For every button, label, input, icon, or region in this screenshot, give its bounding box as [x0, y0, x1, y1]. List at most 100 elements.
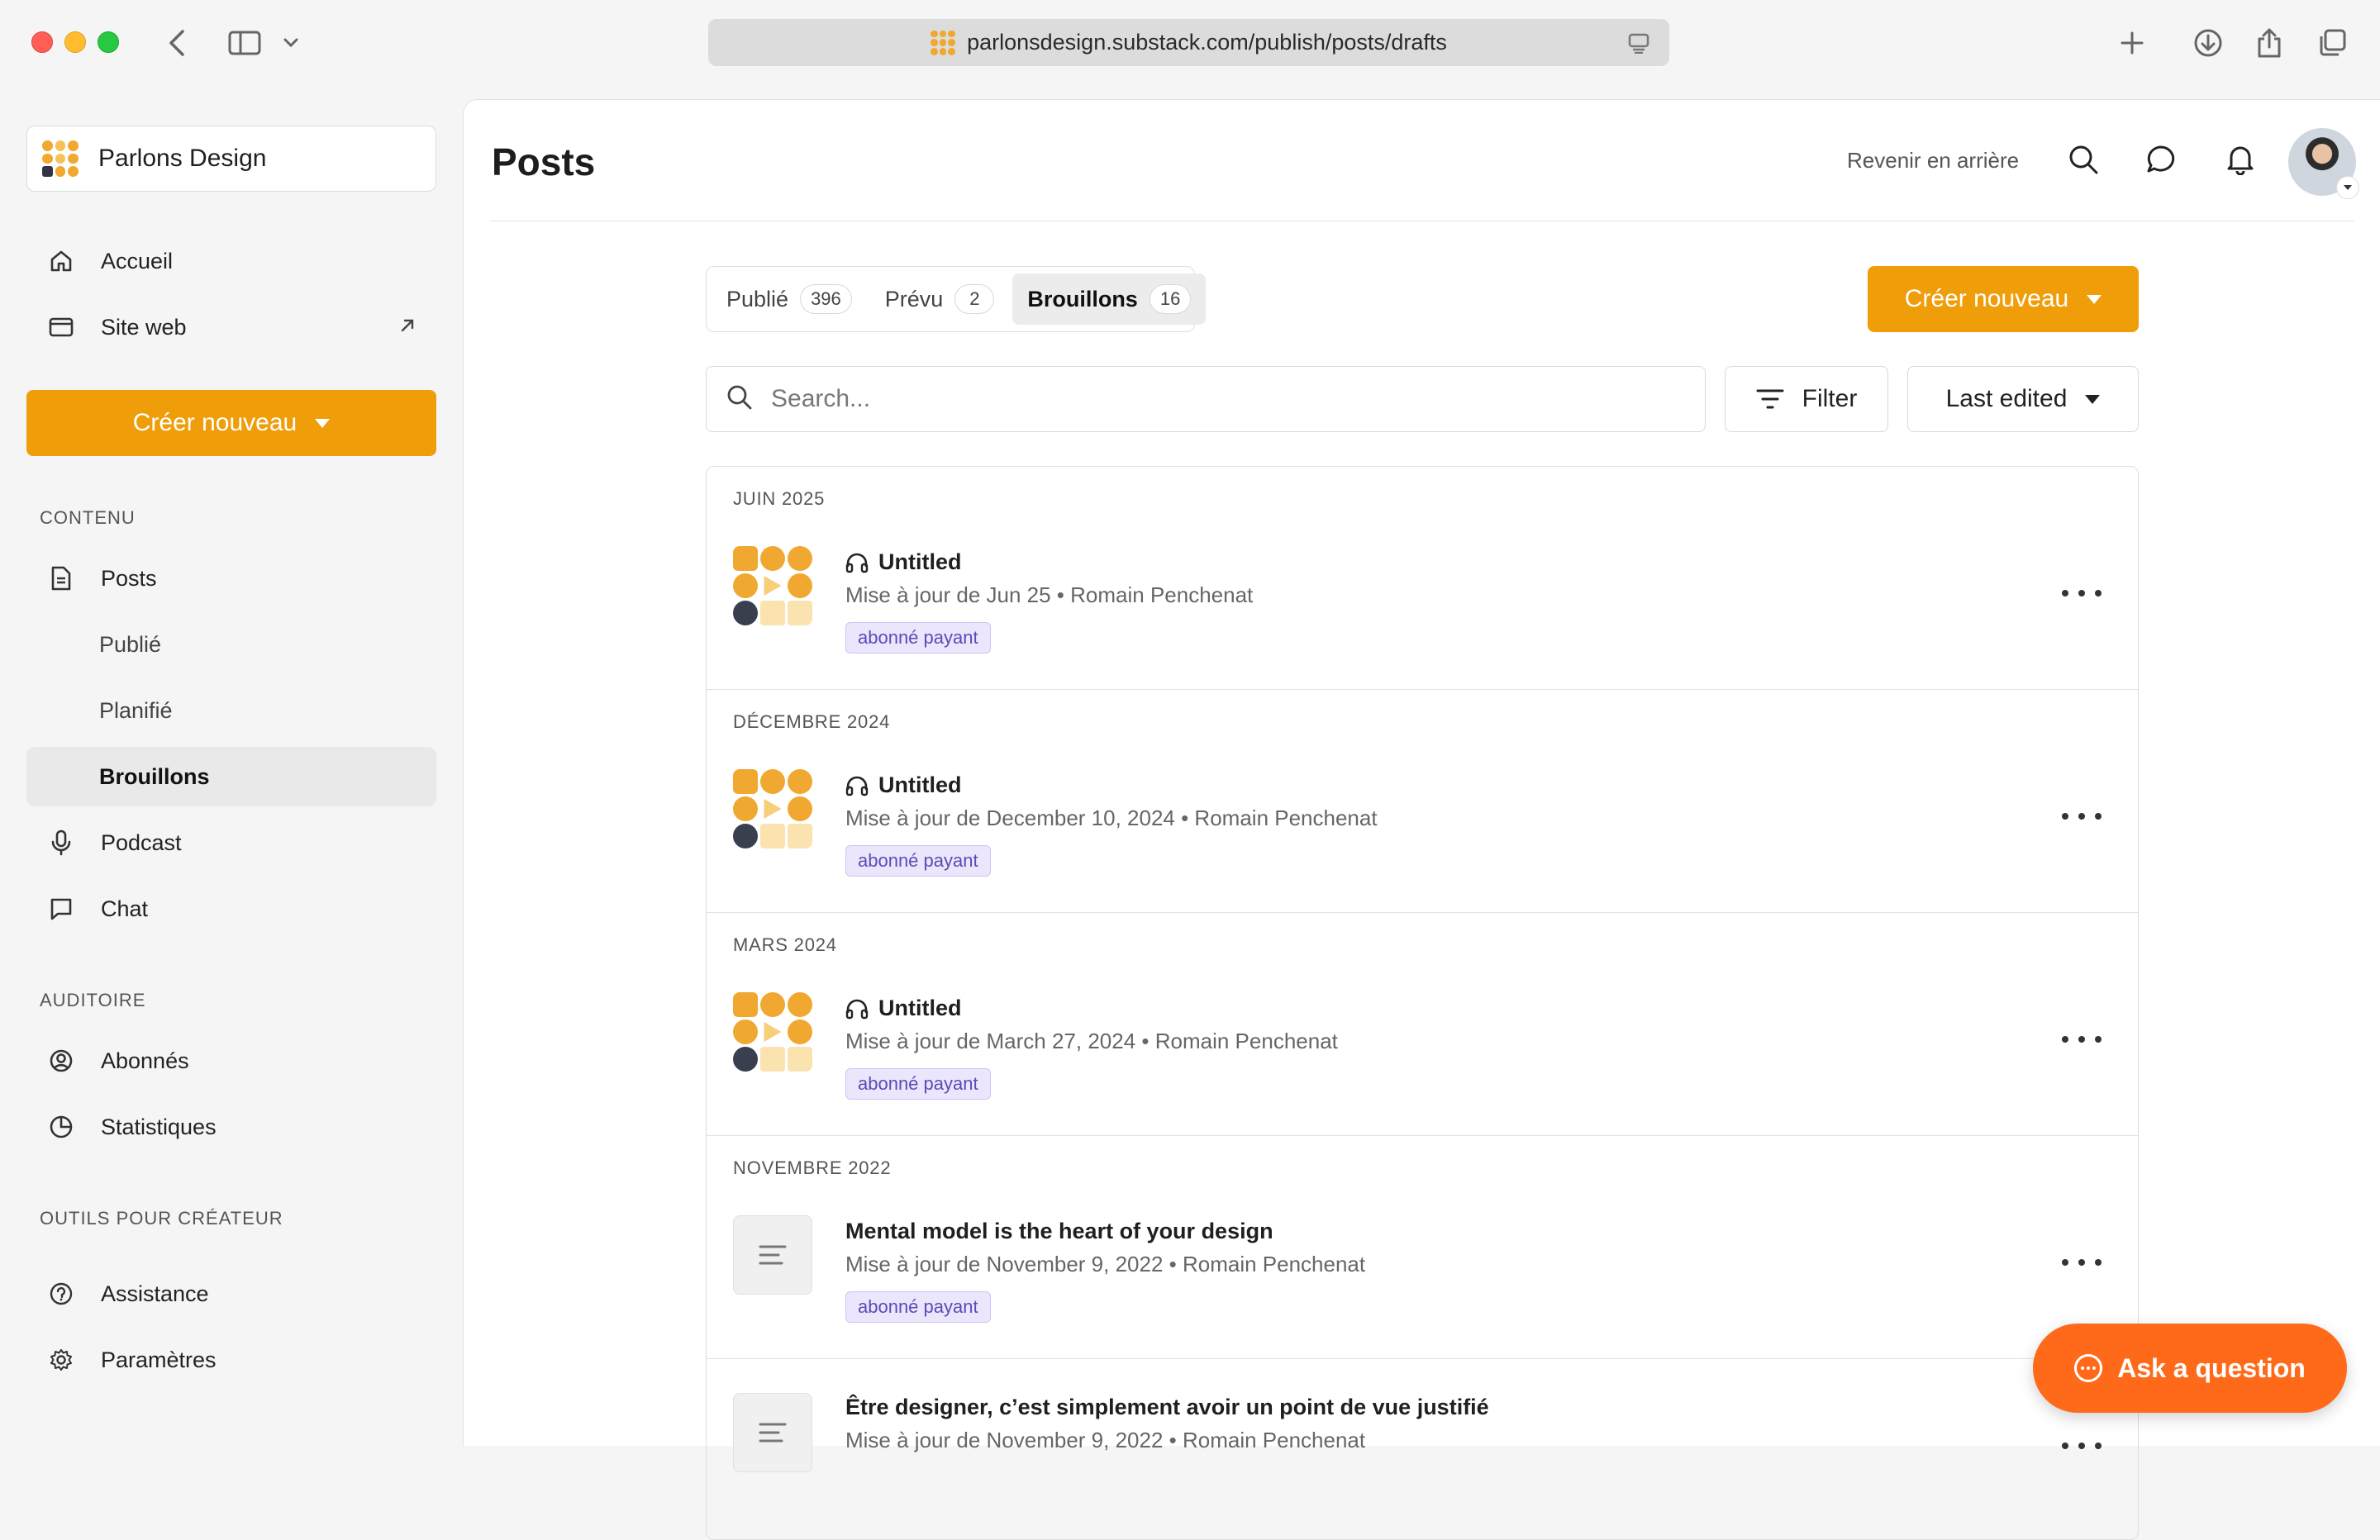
zoom-window-button[interactable] — [98, 31, 119, 53]
post-title-text: Untitled — [878, 772, 962, 797]
post-title[interactable]: Untitled — [845, 549, 962, 575]
publication-name: Parlons Design — [98, 145, 267, 172]
pie-chart-icon — [46, 1112, 76, 1142]
more-options-icon[interactable] — [2062, 581, 2102, 606]
chat-dots-icon — [2074, 1354, 2103, 1382]
tab-scheduled[interactable]: Prévu 2 — [870, 273, 1010, 325]
bell-icon[interactable] — [2221, 140, 2260, 179]
sidebar-item-label: Assistance — [101, 1281, 209, 1306]
tab-published[interactable]: Publié 396 — [712, 273, 867, 325]
search-icon[interactable] — [2063, 140, 2103, 179]
sidebar: Parlons Design Accueil Site web Créer no… — [0, 86, 463, 1446]
back-icon[interactable] — [159, 25, 195, 61]
section-label-creator-tools: OUTILS POUR CRÉATEUR — [40, 1208, 283, 1229]
post-thumbnail — [733, 769, 812, 848]
post-meta: Mise à jour de December 10, 2024 • Romai… — [845, 806, 1378, 830]
publication-switcher[interactable]: Parlons Design — [26, 126, 436, 192]
sidebar-item-support[interactable]: Assistance — [26, 1264, 436, 1324]
chat-bubble-icon[interactable] — [2141, 140, 2181, 179]
post-meta: Mise à jour de Jun 25 • Romain Penchenat — [845, 582, 1254, 607]
headphones-icon — [845, 998, 869, 1020]
post-thumbnail — [733, 546, 812, 625]
sidebar-item-published[interactable]: Publié — [26, 615, 436, 674]
list-item[interactable]: MARS 2024 Untitled Mise à jour de March … — [707, 913, 2138, 1136]
month-header: NOVEMBRE 2022 — [733, 1157, 892, 1178]
browser-toolbar: parlonsdesign.substack.com/publish/posts… — [0, 0, 2380, 86]
new-tab-icon[interactable] — [2114, 25, 2150, 61]
sidebar-item-label: Site web — [101, 314, 187, 340]
sidebar-item-podcast[interactable]: Podcast — [26, 813, 436, 872]
gear-icon — [46, 1345, 76, 1375]
sidebar-item-stats[interactable]: Statistiques — [26, 1097, 436, 1157]
site-favicon — [931, 30, 956, 55]
reader-mode-icon[interactable] — [1628, 32, 1649, 59]
more-options-icon[interactable] — [2062, 804, 2102, 829]
sidebar-item-label: Planifié — [99, 697, 173, 723]
more-options-icon[interactable] — [2062, 1027, 2102, 1052]
more-options-icon[interactable] — [2062, 1433, 2102, 1458]
post-title[interactable]: Untitled — [845, 772, 962, 798]
tab-count: 2 — [954, 284, 995, 314]
sidebar-item-label: Podcast — [101, 829, 182, 855]
audience-badge: abonné payant — [845, 1068, 991, 1100]
post-title[interactable]: Untitled — [845, 996, 962, 1021]
main-panel: Posts Revenir en arrière Publié 396 Prév… — [463, 99, 2380, 1540]
post-title[interactable]: Être designer, c’est simplement avoir un… — [845, 1395, 1489, 1420]
user-circle-icon — [46, 1046, 76, 1076]
more-options-icon[interactable] — [2062, 1250, 2102, 1275]
sidebar-item-subscribers[interactable]: Abonnés — [26, 1031, 436, 1091]
sidebar-item-scheduled[interactable]: Planifié — [26, 681, 436, 740]
downloads-icon[interactable] — [2190, 25, 2226, 61]
month-header: JUIN 2025 — [733, 488, 826, 509]
create-new-button[interactable]: Créer nouveau — [1868, 266, 2139, 332]
post-title-text: Untitled — [878, 996, 962, 1020]
list-item[interactable]: Être designer, c’est simplement avoir un… — [707, 1293, 2138, 1516]
caret-down-icon[interactable] — [2336, 176, 2359, 199]
close-window-button[interactable] — [31, 31, 53, 53]
sidebar-item-home[interactable]: Accueil — [26, 231, 436, 291]
share-icon[interactable] — [2251, 25, 2287, 61]
audience-badge: abonné payant — [845, 845, 991, 877]
chevron-down-icon[interactable] — [273, 25, 309, 61]
sidebar-item-drafts[interactable]: Brouillons — [26, 747, 436, 806]
sidebar-toggle-icon[interactable] — [226, 25, 263, 61]
search-input[interactable] — [771, 385, 1680, 413]
headphones-icon — [845, 775, 869, 796]
ask-question-button[interactable]: Ask a question — [2033, 1324, 2347, 1413]
sidebar-item-chat[interactable]: Chat — [26, 879, 436, 939]
sort-dropdown[interactable]: Last edited — [1907, 366, 2139, 432]
post-thumbnail — [733, 992, 812, 1072]
tab-drafts[interactable]: Brouillons 16 — [1012, 273, 1207, 325]
drafts-list: JUIN 2025 Untitled Mise à jour de Jun 25… — [706, 466, 2139, 1540]
audience-badge: abonné payant — [845, 622, 991, 654]
tab-count: 396 — [800, 284, 852, 314]
filter-button[interactable]: Filter — [1725, 366, 1888, 432]
tab-label: Prévu — [884, 286, 944, 311]
sidebar-item-website[interactable]: Site web — [26, 297, 436, 357]
document-icon — [46, 563, 76, 593]
sidebar-item-posts[interactable]: Posts — [26, 549, 436, 608]
back-link[interactable]: Revenir en arrière — [1847, 148, 2019, 173]
page-title: Posts — [492, 140, 596, 183]
caret-down-icon — [2087, 294, 2102, 304]
sidebar-item-settings[interactable]: Paramètres — [26, 1330, 436, 1390]
headphones-icon — [845, 552, 869, 573]
sidebar-item-label: Statistiques — [101, 1114, 217, 1139]
address-bar[interactable]: parlonsdesign.substack.com/publish/posts… — [708, 19, 1669, 66]
create-new-button[interactable]: Créer nouveau — [26, 390, 436, 456]
list-item[interactable]: DÉCEMBRE 2024 Untitled Mise à jour de De… — [707, 690, 2138, 913]
text-post-icon — [733, 1215, 812, 1295]
external-link-icon — [398, 315, 416, 340]
post-title-text: Mental model is the heart of your design — [845, 1219, 1273, 1243]
list-item[interactable]: JUIN 2025 Untitled Mise à jour de Jun 25… — [707, 467, 2138, 690]
post-meta: Mise à jour de November 9, 2022 • Romain… — [845, 1428, 1366, 1452]
post-meta: Mise à jour de November 9, 2022 • Romain… — [845, 1252, 1366, 1276]
minimize-window-button[interactable] — [64, 31, 86, 53]
sidebar-item-label: Abonnés — [101, 1048, 189, 1073]
sort-label: Last edited — [1945, 385, 2068, 412]
tab-overview-icon[interactable] — [2314, 25, 2350, 61]
home-icon — [46, 246, 76, 276]
text-post-icon — [733, 1393, 812, 1472]
post-title[interactable]: Mental model is the heart of your design — [845, 1219, 1273, 1244]
sidebar-item-label: Accueil — [101, 248, 174, 273]
